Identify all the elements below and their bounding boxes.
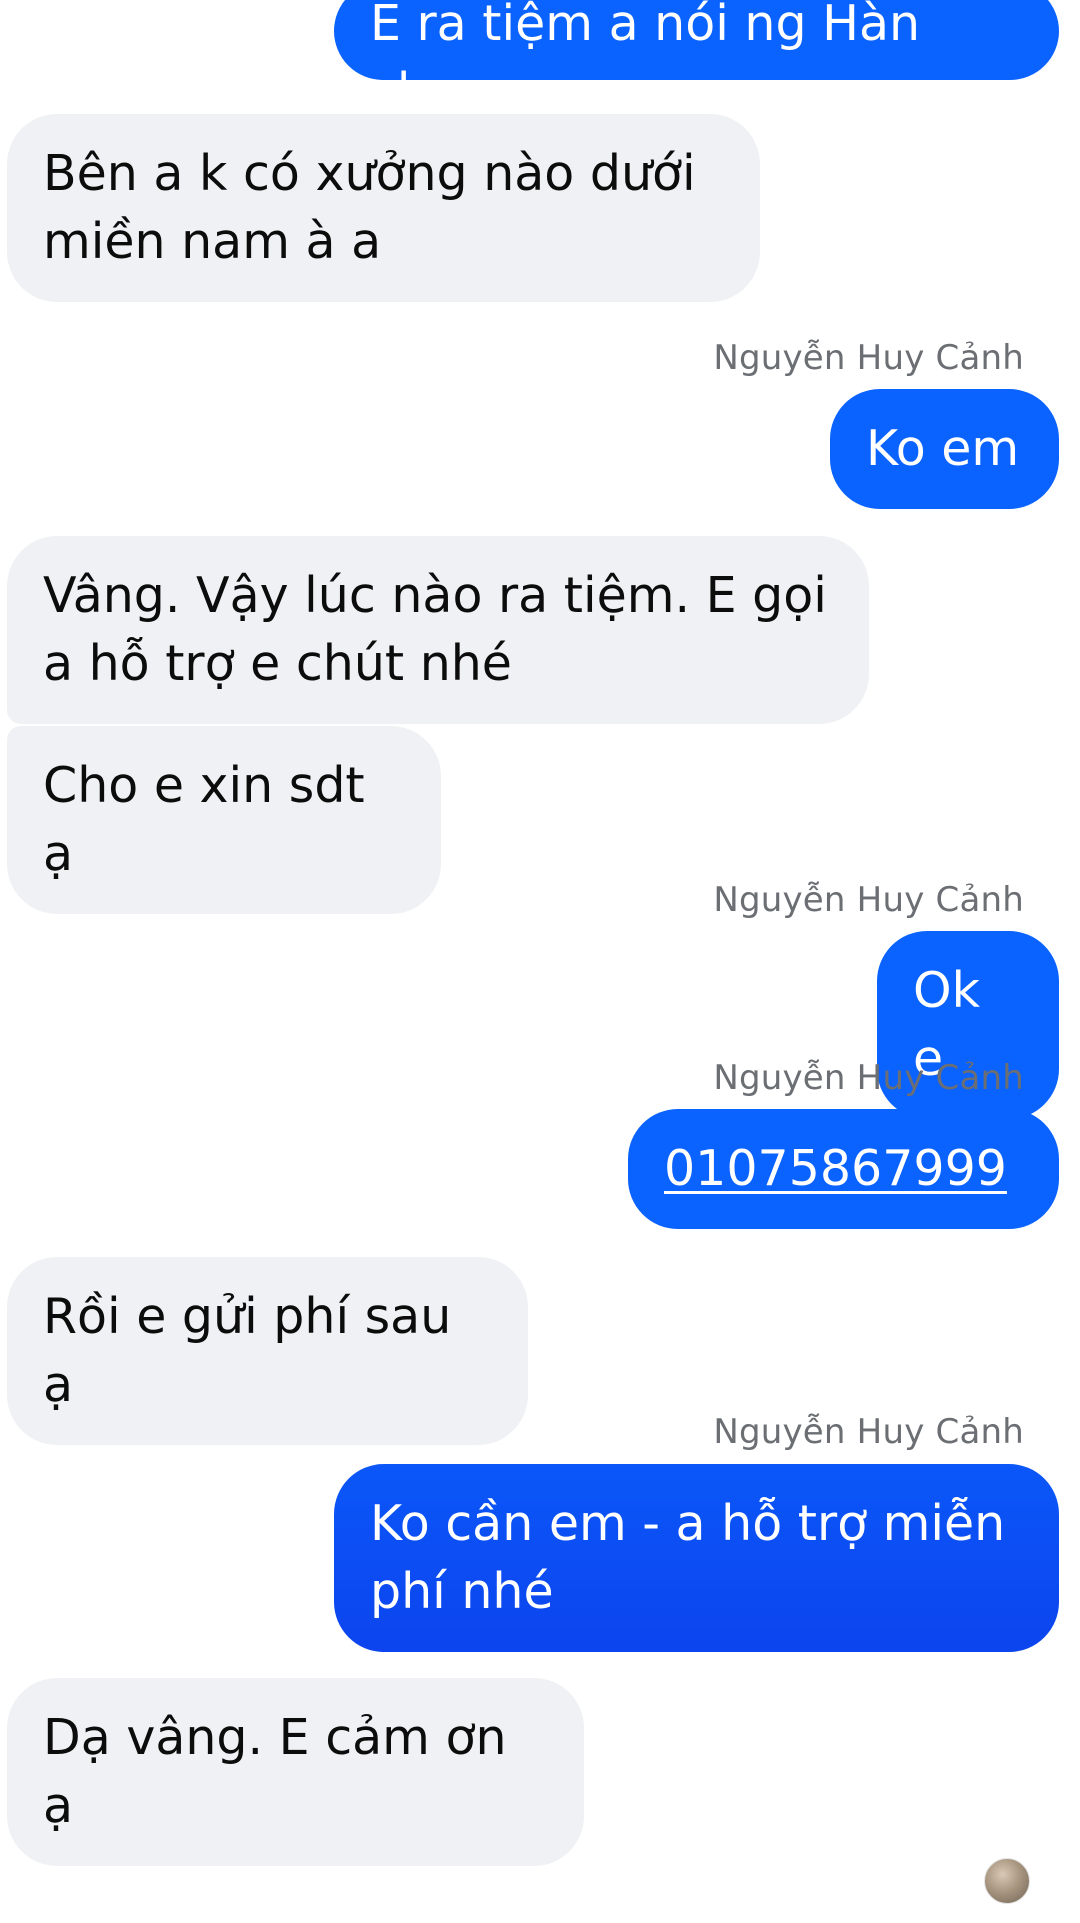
message-bubble-incoming[interactable]: Cho e xin sdt ạ — [7, 726, 441, 914]
message-bubble-outgoing[interactable]: Ko cần em - a hỗ trợ miễn phí nhé — [334, 1464, 1059, 1652]
message-text: Cho e xin sdt ạ — [43, 757, 365, 882]
message-bubble-incoming[interactable]: Rồi e gửi phí sau ạ — [7, 1257, 528, 1445]
message-text: Rồi e gửi phí sau ạ — [43, 1288, 452, 1413]
sender-name: Nguyễn Huy Cảnh — [713, 880, 1024, 920]
message-bubble-incoming[interactable]: Vâng. Vậy lúc nào ra tiệm. E gọi a hỗ tr… — [7, 536, 869, 724]
message-text: Ko cần em - a hỗ trợ miễn phí nhé — [370, 1495, 1006, 1620]
message-bubble-incoming[interactable]: Dạ vâng. E cảm ơn ạ — [7, 1678, 584, 1866]
sender-name: Nguyễn Huy Cảnh — [713, 1412, 1024, 1452]
avatar-icon — [984, 1858, 1030, 1904]
message-text: Ko em — [866, 420, 1020, 477]
message-bubble-incoming[interactable]: Bên a k có xưởng nào dưới miền nam à a — [7, 114, 760, 302]
message-bubble-outgoing[interactable]: E ra tiệm a nói ng Hàn cho — [334, 0, 1059, 120]
message-text: Dạ vâng. E cảm ơn ạ — [43, 1709, 507, 1834]
message-text: E ra tiệm a nói ng Hàn cho — [370, 0, 921, 120]
message-text: Bên a k có xưởng nào dưới miền nam à a — [43, 145, 696, 270]
message-text: Vâng. Vậy lúc nào ra tiệm. E gọi a hỗ tr… — [43, 567, 827, 692]
sender-name: Nguyễn Huy Cảnh — [713, 338, 1024, 378]
message-bubble-outgoing[interactable]: Ko em — [830, 389, 1059, 509]
phone-number-link[interactable]: 01075867999 — [664, 1135, 1007, 1203]
sender-name: Nguyễn Huy Cảnh — [713, 1058, 1024, 1098]
message-bubble-outgoing[interactable]: 01075867999 — [628, 1109, 1059, 1229]
